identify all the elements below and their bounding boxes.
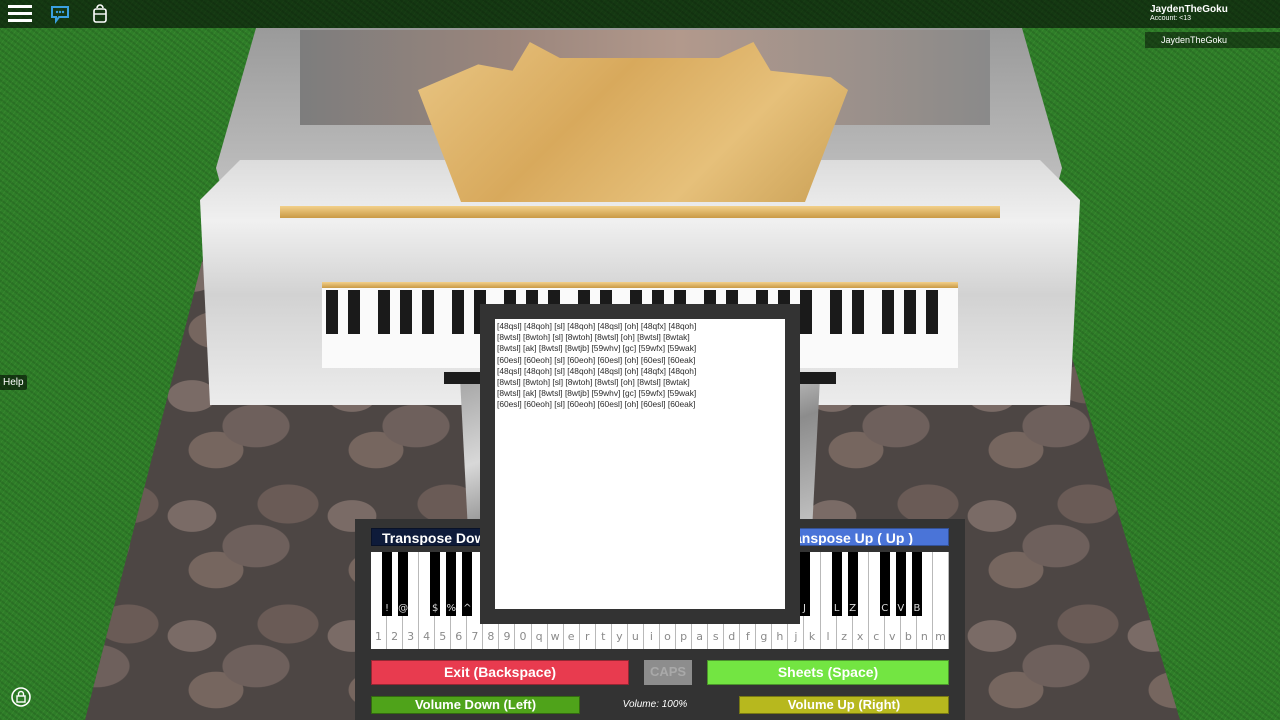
white-key-label: 7 <box>471 630 479 643</box>
black-key[interactable]: % <box>446 552 457 616</box>
white-key-label: w <box>550 630 560 643</box>
sheet-line: [48qsl] [48qoh] [sl] [48qoh] [48qsl] [oh… <box>497 321 697 331</box>
sheet-line: [8wtsl] [ak] [8wtsl] [8wtjb] [59whv] [gc… <box>497 388 697 399</box>
black-key-label: Z <box>849 603 857 614</box>
white-key-label: 3 <box>407 630 415 643</box>
black-key-label: ^ <box>463 603 472 614</box>
sheet-line: [48qsl] [48qoh] [sl] [48qoh] [48qsl] [oh… <box>497 365 697 376</box>
volume-down-button[interactable]: Volume Down (Left) <box>371 696 580 714</box>
white-key-label: n <box>920 630 928 643</box>
white-key-label: l <box>826 630 830 643</box>
black-key-label: @ <box>398 603 409 614</box>
white-key-label: f <box>745 630 750 643</box>
black-key[interactable]: V <box>895 552 906 616</box>
white-key-label: j <box>794 630 798 643</box>
black-key-label: B <box>913 603 921 614</box>
white-key-label: p <box>680 630 688 643</box>
chat-icon <box>51 6 69 24</box>
white-key-label: c <box>873 630 880 643</box>
white-key-label: a <box>696 630 703 643</box>
black-key[interactable]: ^ <box>462 552 473 616</box>
white-key-label: z <box>841 630 848 643</box>
black-key[interactable]: Z <box>847 552 858 616</box>
sheet-line: [8wtsl] [ak] [8wtsl] [8wtjb] [59whv] [gc… <box>497 343 697 354</box>
white-key-label: g <box>760 630 768 643</box>
white-key-label: i <box>649 630 653 643</box>
white-key-label: 2 <box>391 630 399 643</box>
white-key-label: b <box>904 630 912 643</box>
shift-lock-button[interactable] <box>10 686 32 708</box>
sheet-line: [60esl] [60eoh] [sl] [60eoh] [60esl] [oh… <box>497 399 696 410</box>
white-key-label: 4 <box>423 630 431 643</box>
black-key[interactable]: ! <box>382 552 393 616</box>
black-key[interactable]: C <box>879 552 890 616</box>
white-key-label: v <box>889 630 896 643</box>
sheet-line: [60esl] [60eoh] [sl] [60eoh] [60esl] [oh… <box>497 354 696 365</box>
chat-button[interactable] <box>42 0 78 28</box>
black-key[interactable]: @ <box>398 552 409 616</box>
white-key-label: h <box>776 630 784 643</box>
white-key-label: e <box>567 630 575 643</box>
sheet-music-panel: [48qsl] [48qoh] [sl] [48qoh] [48qsl] [oh… <box>480 304 800 624</box>
black-key[interactable]: B <box>911 552 922 616</box>
roblox-topbar: JaydenTheGoku Account: <13 <box>0 0 1280 28</box>
backpack-icon <box>93 4 107 23</box>
sheet-music-text: [48qsl] [48qoh] [sl] [48qoh] [48qsl] [oh… <box>495 319 785 411</box>
black-key[interactable]: $ <box>430 552 441 616</box>
volume-up-button[interactable]: Volume Up (Right) <box>739 696 949 714</box>
white-key-label: u <box>631 630 639 643</box>
white-key-label: y <box>616 630 623 643</box>
menu-button[interactable] <box>2 0 38 28</box>
white-key-label: r <box>584 630 590 643</box>
caps-toggle[interactable]: CAPS <box>644 660 692 685</box>
white-key-label: 1 <box>375 630 383 643</box>
white-key-label: q <box>535 630 543 643</box>
black-key[interactable]: L <box>831 552 842 616</box>
exit-button[interactable]: Exit (Backspace) <box>371 660 629 685</box>
white-key-label: x <box>856 630 864 643</box>
white-key-label: 5 <box>439 630 447 643</box>
sheet-music-paper[interactable]: [48qsl] [48qoh] [sl] [48qoh] [48qsl] [oh… <box>495 319 785 609</box>
white-key-label: 9 <box>503 630 511 643</box>
black-key[interactable]: J <box>799 552 810 616</box>
black-key-label: C <box>881 603 889 614</box>
volume-readout: Volume: 100% <box>622 699 688 710</box>
help-button[interactable]: Help <box>0 375 27 390</box>
account-info: JaydenTheGoku Account: <13 <box>1145 0 1280 28</box>
sheet-line: [8wtsl] [8wtoh] [sl] [8wtoh] [8wtsl] [oh… <box>497 332 690 343</box>
black-key-label: L <box>833 603 840 614</box>
black-key-label: ! <box>385 603 390 614</box>
white-key-label: t <box>601 630 606 643</box>
white-key-label: 0 <box>519 630 527 643</box>
black-key-label: $ <box>432 603 439 614</box>
piano-gold-trim <box>280 206 1000 218</box>
sheet-line: [8wtsl] [8wtoh] [sl] [8wtoh] [8wtsl] [oh… <box>497 377 690 388</box>
white-key-label: d <box>728 630 736 643</box>
menu-icon <box>8 5 32 23</box>
white-key[interactable]: m <box>933 552 949 649</box>
white-key-label: s <box>712 630 719 643</box>
account-age: Account: <13 <box>1150 15 1192 22</box>
lock-icon <box>11 687 31 707</box>
player-list-entry[interactable]: JaydenTheGoku <box>1145 32 1280 48</box>
white-key-label: o <box>664 630 671 643</box>
black-key-label: V <box>897 603 905 614</box>
white-key-label: 6 <box>455 630 463 643</box>
account-username: JaydenTheGoku <box>1150 4 1228 15</box>
white-key-label: 8 <box>487 630 495 643</box>
sheets-button[interactable]: Sheets (Space) <box>707 660 949 685</box>
white-key-label: m <box>935 630 946 643</box>
black-key-label: % <box>446 603 457 614</box>
white-key-label: k <box>808 630 816 643</box>
backpack-button[interactable] <box>82 0 118 28</box>
